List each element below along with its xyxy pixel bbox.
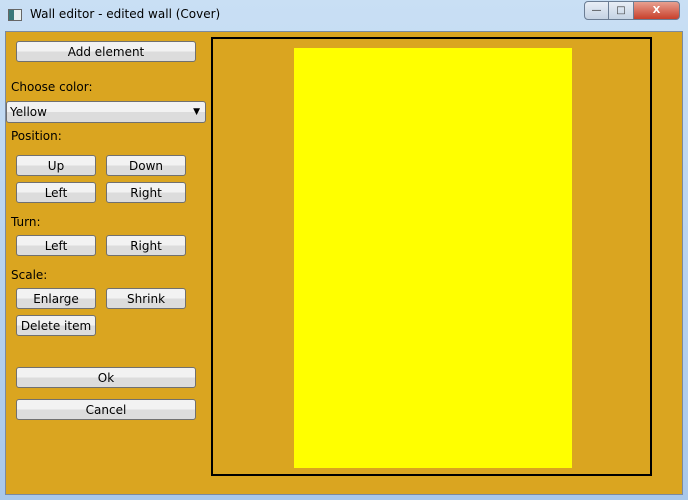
move-right-button[interactable]: Right — [106, 182, 186, 203]
choose-color-label: Choose color: — [11, 80, 93, 94]
move-left-button[interactable]: Left — [16, 182, 96, 203]
delete-item-button[interactable]: Delete item — [16, 315, 96, 336]
color-select[interactable]: Yellow ▼ — [6, 101, 206, 123]
enlarge-button[interactable]: Enlarge — [16, 288, 96, 309]
wall-element[interactable] — [294, 48, 572, 468]
move-up-button[interactable]: Up — [16, 155, 96, 176]
turn-left-button[interactable]: Left — [16, 235, 96, 256]
window-title: Wall editor - edited wall (Cover) — [30, 7, 221, 21]
turn-label: Turn: — [11, 215, 41, 229]
color-select-value: Yellow — [10, 105, 47, 119]
add-element-button[interactable]: Add element — [16, 41, 196, 62]
shrink-button[interactable]: Shrink — [106, 288, 186, 309]
close-button[interactable]: X — [633, 1, 680, 20]
move-down-button[interactable]: Down — [106, 155, 186, 176]
app-icon — [8, 9, 22, 21]
minimize-button[interactable]: — — [584, 1, 609, 20]
ok-button[interactable]: Ok — [16, 367, 196, 388]
maximize-button[interactable]: □ — [608, 1, 634, 20]
scale-label: Scale: — [11, 268, 48, 282]
turn-right-button[interactable]: Right — [106, 235, 186, 256]
chevron-down-icon: ▼ — [193, 107, 200, 117]
position-label: Position: — [11, 129, 62, 143]
cancel-button[interactable]: Cancel — [16, 399, 196, 420]
